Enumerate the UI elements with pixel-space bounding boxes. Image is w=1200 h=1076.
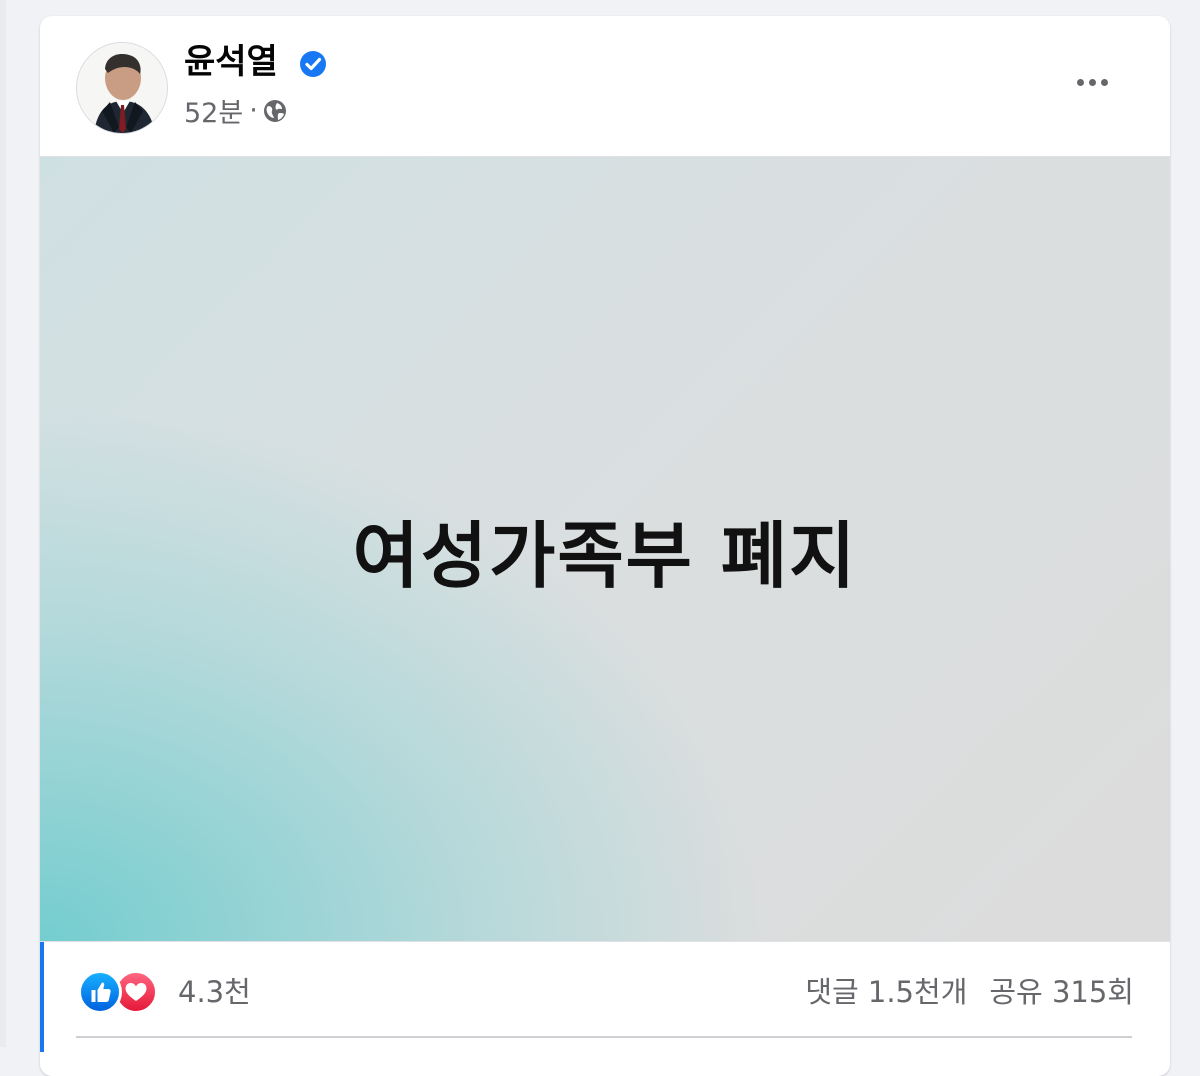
author-name[interactable]: 윤석열 [184, 42, 278, 82]
more-options-dot [1076, 78, 1084, 86]
more-options-dot [1100, 78, 1108, 86]
post-timestamp[interactable]: 52분 [184, 91, 243, 130]
more-options-button[interactable] [1062, 62, 1122, 102]
post-message: 여성가족부 폐지 [352, 513, 858, 598]
more-options-dot [1088, 78, 1096, 86]
post-header: 윤석열 52분 · [40, 16, 1170, 156]
page-background-strip [0, 0, 6, 1047]
author-avatar[interactable] [76, 42, 168, 134]
verified-badge-icon [300, 51, 326, 77]
avatar-photo [77, 43, 167, 133]
reaction-count[interactable]: 4.3천 [178, 972, 251, 1012]
facebook-post: 윤석열 52분 · 여성가족부 폐지 4.3천 댓글 1.5천개 공유 315회 [40, 16, 1170, 1076]
post-text-background[interactable]: 여성가족부 폐지 [40, 156, 1170, 942]
meta-separator: · [249, 94, 258, 126]
engagement-counts: 댓글 1.5천개 공유 315회 [805, 972, 1134, 1012]
share-count[interactable]: 공유 315회 [989, 972, 1134, 1012]
keyboard-focus-indicator [40, 942, 44, 1052]
comment-count[interactable]: 댓글 1.5천개 [805, 972, 967, 1012]
globe-icon[interactable] [262, 98, 288, 124]
reaction-icons[interactable] [78, 970, 168, 1014]
actions-divider [76, 1036, 1132, 1038]
post-metadata: 52분 · [184, 91, 288, 130]
like-icon [78, 970, 122, 1014]
reactions-bar: 4.3천 댓글 1.5천개 공유 315회 [40, 942, 1170, 1052]
